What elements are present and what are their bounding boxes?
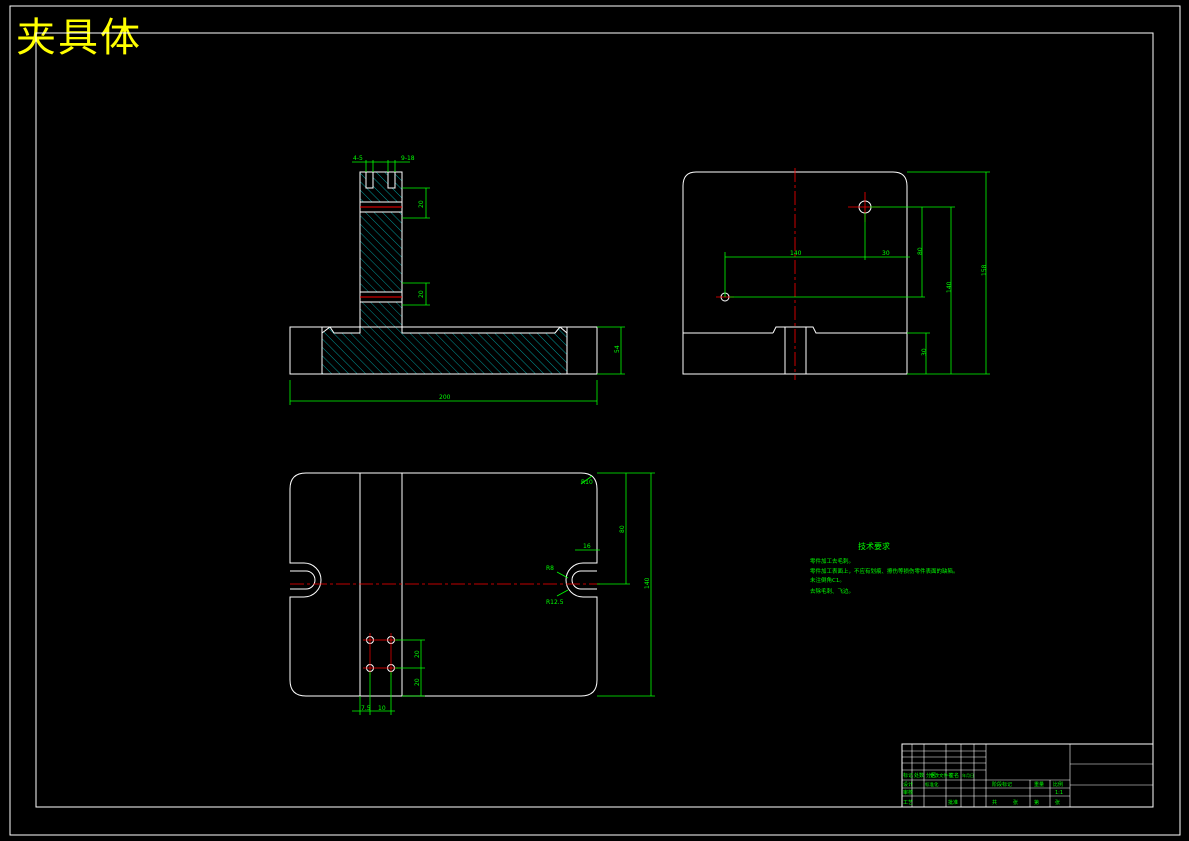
- top-dim-r12: R12.5: [546, 599, 564, 606]
- top-dim-140: 140: [644, 577, 651, 589]
- technical-requirements: 技术要求 零件加工去毛刺。 零件加工表面上，不应有划痕、擦伤等损伤零件表面的缺陷…: [810, 541, 959, 595]
- front-dim-side-2: 20: [418, 290, 425, 298]
- top-dim-10: 10: [378, 705, 386, 712]
- tb-label-design: 设计: [903, 781, 913, 788]
- tb-stage-mark: 阶段标记: [992, 781, 1012, 788]
- tb-label-count: 处数: [914, 772, 924, 779]
- front-section-hatch: [321, 171, 568, 375]
- top-dim-20b: 20: [414, 678, 421, 686]
- top-outline: [289, 472, 598, 697]
- tb-sheet-no: 第: [1034, 799, 1039, 806]
- side-dim-6: 30: [921, 348, 928, 356]
- top-dim-r8: R8: [546, 565, 554, 572]
- tech-req-line-4: 去除毛刺、飞边。: [810, 587, 854, 595]
- front-dim-width: 200: [439, 394, 451, 401]
- top-dim-80: 80: [619, 525, 626, 533]
- tb-label-standard: 标准化: [925, 781, 939, 788]
- top-view: R10 R8 R12.5 16 80 140 20 20 7.5 10: [289, 472, 655, 715]
- tb-scale-label: 比例: [1053, 781, 1063, 788]
- tb-label-approve: 批准: [948, 799, 958, 806]
- tb-sheet-unit-2: 张: [1055, 799, 1060, 806]
- tb-weight: 重量: [1034, 781, 1044, 788]
- tech-req-line-1: 零件加工去毛刺。: [810, 557, 854, 565]
- tb-label-mark: 标记: [903, 772, 913, 779]
- tb-label-review: 审核: [903, 789, 913, 796]
- title-block: 标记 处数 分区 更改文件号 签名 年月日 设计 标准化 审核 工艺 批准 阶段…: [901, 743, 1154, 808]
- top-dim-16: 16: [583, 543, 591, 550]
- side-dim-4: 140: [946, 281, 953, 293]
- tb-label-date: 年月日: [962, 772, 974, 778]
- side-dim-2: 30: [882, 250, 890, 257]
- tb-sheet-unit-1: 张: [1013, 799, 1018, 806]
- tb-sheet-total: 共: [992, 799, 997, 806]
- top-dim-r10: R10: [581, 479, 593, 486]
- tech-req-line-3: 未注倒角C1。: [810, 576, 845, 584]
- side-view: 140 30 80 140 158 30: [682, 168, 990, 380]
- top-dim-7-5: 7.5: [361, 705, 371, 712]
- side-dim-5: 158: [981, 264, 988, 276]
- front-view: 4-5 9-18 20 20 54 200: [289, 155, 625, 405]
- tech-req-line-2: 零件加工表面上，不应有划痕、擦伤等损伤零件表面的缺陷。: [810, 567, 959, 575]
- tb-scale-value: 1:1: [1055, 790, 1063, 796]
- side-dim-1: 140: [790, 250, 802, 257]
- tech-req-title: 技术要求: [858, 541, 890, 551]
- tb-label-process: 工艺: [903, 800, 913, 806]
- front-dim-top-right: 9-18: [401, 155, 415, 162]
- front-dim-top-left: 4-5: [353, 155, 363, 162]
- side-dim-3: 80: [917, 247, 924, 255]
- front-dim-side-3: 54: [614, 345, 621, 353]
- front-dim-side-1: 20: [418, 200, 425, 208]
- tb-label-sign: 签名: [949, 772, 959, 779]
- top-dim-20a: 20: [414, 650, 421, 658]
- outer-frame: [9, 5, 1181, 836]
- cad-drawing: 4-5 9-18 20 20 54 200 140 30 80 140 158 …: [9, 5, 1181, 836]
